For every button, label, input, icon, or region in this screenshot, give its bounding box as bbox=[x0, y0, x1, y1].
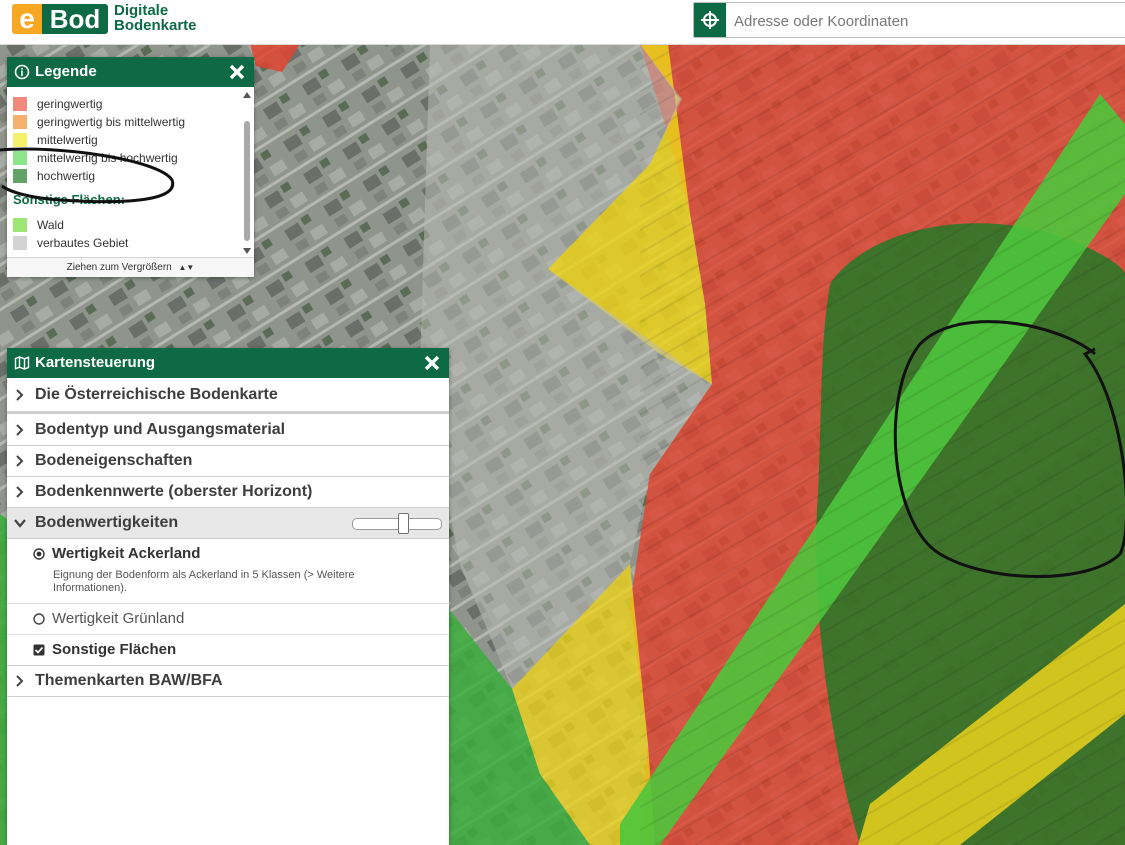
map-control-title: Kartensteuerung bbox=[35, 354, 156, 371]
legend-scroll-thumb[interactable] bbox=[244, 121, 250, 241]
option-wertigkeit-ackerland[interactable]: Wertigkeit Ackerland Eignung der Bodenfo… bbox=[7, 539, 449, 604]
brand-title: Digitale Bodenkarte bbox=[114, 3, 197, 33]
section-bodenkennwerte[interactable]: Bodenkennwerte (oberster Horizont) bbox=[7, 477, 449, 508]
scroll-down-icon[interactable] bbox=[242, 247, 252, 255]
search-input[interactable] bbox=[732, 3, 1116, 39]
chevron-right-icon bbox=[16, 424, 24, 436]
checkbox-checked-icon[interactable] bbox=[33, 644, 45, 656]
radio-unselected-icon[interactable] bbox=[33, 613, 45, 625]
section-label: Themenkarten BAW/BFA bbox=[35, 672, 223, 689]
section-themenkarten[interactable]: Themenkarten BAW/BFA bbox=[7, 666, 449, 697]
legend-swatch bbox=[13, 217, 27, 232]
legend-item-label: verbautes Gebiet bbox=[37, 236, 129, 250]
chevron-right-icon bbox=[16, 388, 24, 401]
map-icon bbox=[14, 356, 30, 370]
legend-swatch bbox=[13, 235, 27, 250]
legend-item-label: geringwertig bis mittelwertig bbox=[37, 115, 186, 129]
section-bodenwertigkeiten[interactable]: Bodenwertigkeiten bbox=[7, 508, 449, 539]
opacity-slider[interactable] bbox=[352, 513, 442, 534]
map-control-header: Kartensteuerung bbox=[7, 348, 449, 378]
section-bodeneigenschaften[interactable]: Bodeneigenschaften bbox=[7, 446, 449, 477]
section-oesterreichische-bodenkarte[interactable]: Die Österreichische Bodenkarte bbox=[7, 378, 449, 414]
chevron-right-icon bbox=[16, 455, 24, 467]
legend-item: geringwertig bbox=[13, 96, 102, 112]
brand-line-1: Digitale bbox=[114, 2, 169, 19]
section-label: Bodeneigenschaften bbox=[35, 452, 193, 469]
brand-line-2: Bodenkarte bbox=[114, 17, 197, 34]
scroll-up-icon[interactable] bbox=[242, 91, 252, 99]
legend-swatch bbox=[13, 96, 27, 111]
chevron-down-icon bbox=[14, 519, 26, 528]
legend-swatch bbox=[13, 114, 27, 129]
option-sonstige-flaechen[interactable]: Sonstige Flächen bbox=[7, 635, 449, 666]
section-label: Bodentyp und Ausgangsmaterial bbox=[35, 421, 286, 438]
logo-bod[interactable]: Bod bbox=[42, 4, 108, 34]
crosshair-locate-icon bbox=[701, 11, 719, 29]
legend-item: Wald bbox=[13, 217, 64, 233]
app-header: e Bod Digitale Bodenkarte bbox=[0, 0, 1125, 45]
option-description: Eignung der Bodenform als Ackerland in 5… bbox=[53, 569, 355, 594]
section-label: Bodenwertigkeiten bbox=[35, 514, 179, 531]
close-icon[interactable] bbox=[228, 63, 246, 81]
legend-item: geringwertig bis mittelwertig bbox=[13, 114, 185, 130]
option-label: Wertigkeit Ackerland bbox=[52, 545, 201, 562]
resize-arrows-icon: ▲▼ bbox=[178, 263, 195, 272]
legend-header: Legende bbox=[7, 57, 254, 87]
legend-resize-handle[interactable]: Ziehen zum Vergrößern ▲▼ bbox=[7, 257, 254, 277]
chevron-right-icon bbox=[16, 675, 24, 687]
legend-item-label: geringwertig bbox=[37, 97, 103, 111]
annotation-ellipse bbox=[0, 147, 175, 204]
option-wertigkeit-gruenland[interactable]: Wertigkeit Grünland bbox=[7, 604, 449, 635]
option-label: Wertigkeit Grünland bbox=[52, 610, 185, 627]
search-box bbox=[693, 2, 1125, 39]
radio-selected-icon[interactable] bbox=[33, 548, 45, 560]
legend-scrollbar[interactable] bbox=[242, 91, 252, 255]
legend-item-label: Wald bbox=[37, 218, 64, 232]
close-icon[interactable] bbox=[423, 354, 441, 372]
locate-button[interactable] bbox=[694, 3, 726, 37]
logo-e[interactable]: e bbox=[12, 4, 42, 34]
map-control-panel: Kartensteuerung Die Österreichische Bode… bbox=[7, 348, 449, 845]
legend-resize-label: Ziehen zum Vergrößern bbox=[66, 262, 172, 273]
info-circle-icon bbox=[14, 64, 30, 80]
legend-title: Legende bbox=[35, 63, 97, 80]
option-label: Sonstige Flächen bbox=[52, 641, 177, 658]
section-label: Bodenkennwerte (oberster Horizont) bbox=[35, 483, 313, 500]
section-bodentyp[interactable]: Bodentyp und Ausgangsmaterial bbox=[7, 415, 449, 446]
chevron-right-icon bbox=[16, 486, 24, 498]
opacity-slider-thumb[interactable] bbox=[398, 513, 409, 534]
legend-item: verbautes Gebiet bbox=[13, 235, 128, 251]
section-label: Die Österreichische Bodenkarte bbox=[35, 385, 278, 403]
